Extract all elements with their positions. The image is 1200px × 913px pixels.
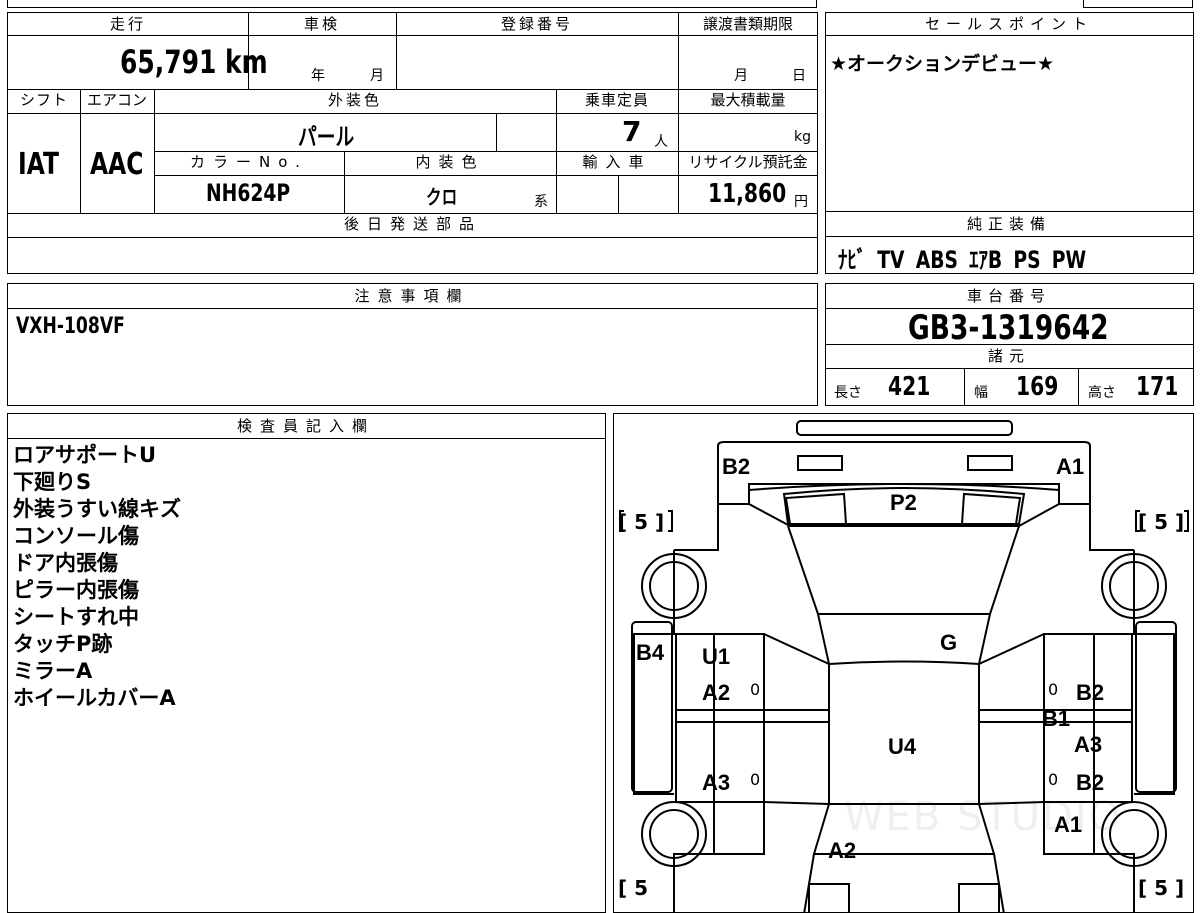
capacity-label: 乗車定員 [584, 91, 649, 109]
exterior-color-label: 外装色 [327, 91, 382, 109]
width-value: 169 [1016, 372, 1059, 402]
shift-label: シフト [19, 91, 68, 109]
interior-color-value: クロ [426, 185, 458, 209]
import-label: 輸入車 [582, 153, 652, 171]
inspection-label: 車検 [303, 15, 340, 33]
later-parts-label: 後日発送部品 [343, 215, 482, 233]
inspector-line: 下廻りS [13, 470, 92, 494]
ac-label: エアコン [86, 91, 147, 109]
inspector-line: ホイールカバーA [13, 686, 176, 710]
inspector-line: ドア内張傷 [13, 551, 118, 575]
mark-u4: U4 [888, 734, 917, 759]
registration-label: 登録番号 [500, 15, 573, 33]
zero-mark: 0 [750, 770, 761, 789]
sales-point-box: セールスポイント ★オークションデビュー★ [825, 12, 1194, 212]
notes-label: 注意事項欄 [354, 287, 470, 305]
inspector-line: コンソール傷 [13, 524, 139, 548]
capacity-unit: 人 [654, 134, 668, 150]
mark-p2: P2 [890, 490, 917, 515]
inspection-month: 月 [370, 68, 384, 84]
top-cut-strip-right [1083, 0, 1193, 8]
zero-mark: 0 [1048, 680, 1059, 699]
tire-tread-right-top: [ 5 ] [1138, 510, 1185, 534]
height-value: 171 [1136, 372, 1179, 402]
capacity-value: 7 [622, 115, 642, 148]
equipment-label: 純正装備 [966, 215, 1051, 233]
mark-b2-right-upper: B2 [1076, 680, 1105, 705]
mark-a1-rear-right: A1 [1056, 454, 1085, 479]
inspection-year: 年 [311, 68, 325, 84]
mileage-value: 65,791 km [120, 43, 268, 81]
mileage-label: 走行 [109, 15, 146, 33]
inspector-line: タッチP跡 [13, 632, 113, 656]
inspector-line: ミラーA [13, 659, 93, 683]
tire-tread-left-bottom: [ 5 [618, 876, 649, 900]
exterior-color-value: パール [298, 123, 355, 151]
mark-u1: U1 [702, 644, 731, 669]
mark-a2-front: A2 [828, 838, 857, 863]
mark-a3-left: A3 [702, 770, 731, 795]
mark-a2-left: A2 [702, 680, 731, 705]
recycle-label: リサイクル預託金 [688, 153, 808, 171]
sales-point-label: セールスポイント [924, 15, 1093, 33]
color-no-value: NH624P [206, 179, 291, 207]
chassis-box: 車台番号 GB3-1319642 諸元 長さ 421 幅 169 高さ 171 [825, 283, 1194, 406]
car-diagram-box: B2 A1 P2 G B4 U1 A2 A3 U4 B2 B1 A3 B2 A1… [613, 413, 1194, 913]
tire-tread-left-top: [ 5 ] [618, 510, 665, 534]
inspector-lines: ロアサポートU 下廻りS 外装うすい線キズ コンソール傷 ドア内張傷 ピラー内張… [13, 442, 181, 712]
zero-mark: 0 [1048, 770, 1059, 789]
transfer-month: 月 [734, 68, 748, 84]
mark-a3-right: A3 [1074, 732, 1103, 757]
transfer-day: 日 [792, 68, 806, 84]
notes-box: 注意事項欄 VXH-108VF [7, 283, 818, 406]
notes-text: VXH-108VF [16, 314, 125, 339]
recycle-unit: 円 [794, 194, 808, 210]
max-load-label: 最大積載量 [710, 91, 786, 109]
vehicle-info-table: 走行 車検 登録番号 譲渡書類期限 65,791 km 年 月 月 日 シフト … [7, 12, 818, 274]
sales-point-text: ★オークションデビュー★ [830, 53, 1055, 75]
inspector-line: ピラー内張傷 [13, 578, 139, 602]
transfer-deadline-label: 譲渡書類期限 [702, 15, 793, 33]
inspector-line: シートすれ中 [13, 605, 139, 629]
inspector-box: 検査員記入欄 ロアサポートU 下廻りS 外装うすい線キズ コンソール傷 ドア内張… [7, 413, 606, 913]
interior-color-label: 内装色 [415, 153, 485, 171]
mark-b2-right-lower: B2 [1076, 770, 1105, 795]
spec-label: 諸元 [987, 347, 1030, 365]
height-label: 高さ [1088, 385, 1116, 401]
watermark: WEB STUDIO [844, 794, 1123, 840]
chassis-label: 車台番号 [966, 287, 1051, 305]
mark-b1: B1 [1042, 706, 1071, 731]
width-label: 幅 [974, 385, 988, 401]
equipment-box: 純正装備 ﾅﾋﾞ TV ABS ｴｱB PS PW [825, 212, 1194, 274]
chassis-number: GB3-1319642 [908, 308, 1109, 348]
max-load-unit: kg [794, 129, 811, 145]
mark-b2-rear-left: B2 [722, 454, 751, 479]
mark-g: G [940, 630, 958, 655]
inspector-label: 検査員記入欄 [236, 417, 375, 435]
length-value: 421 [888, 372, 931, 402]
inspector-line: ロアサポートU [13, 443, 157, 467]
color-no-label: カラーNo. [190, 153, 308, 171]
tire-tread-right-bottom: [ 5 ] [1138, 876, 1185, 900]
zero-mark: 0 [750, 680, 761, 699]
top-cut-strip [7, 0, 817, 8]
shift-value: IAT [18, 147, 59, 182]
equipment-items: ﾅﾋﾞ TV ABS ｴｱB PS PW [838, 246, 1087, 274]
length-label: 長さ [834, 385, 862, 401]
inspector-line: 外装うすい線キズ [13, 497, 181, 521]
mark-b4: B4 [636, 640, 665, 665]
interior-color-suffix: 系 [534, 194, 548, 210]
ac-value: AAC [90, 147, 144, 182]
